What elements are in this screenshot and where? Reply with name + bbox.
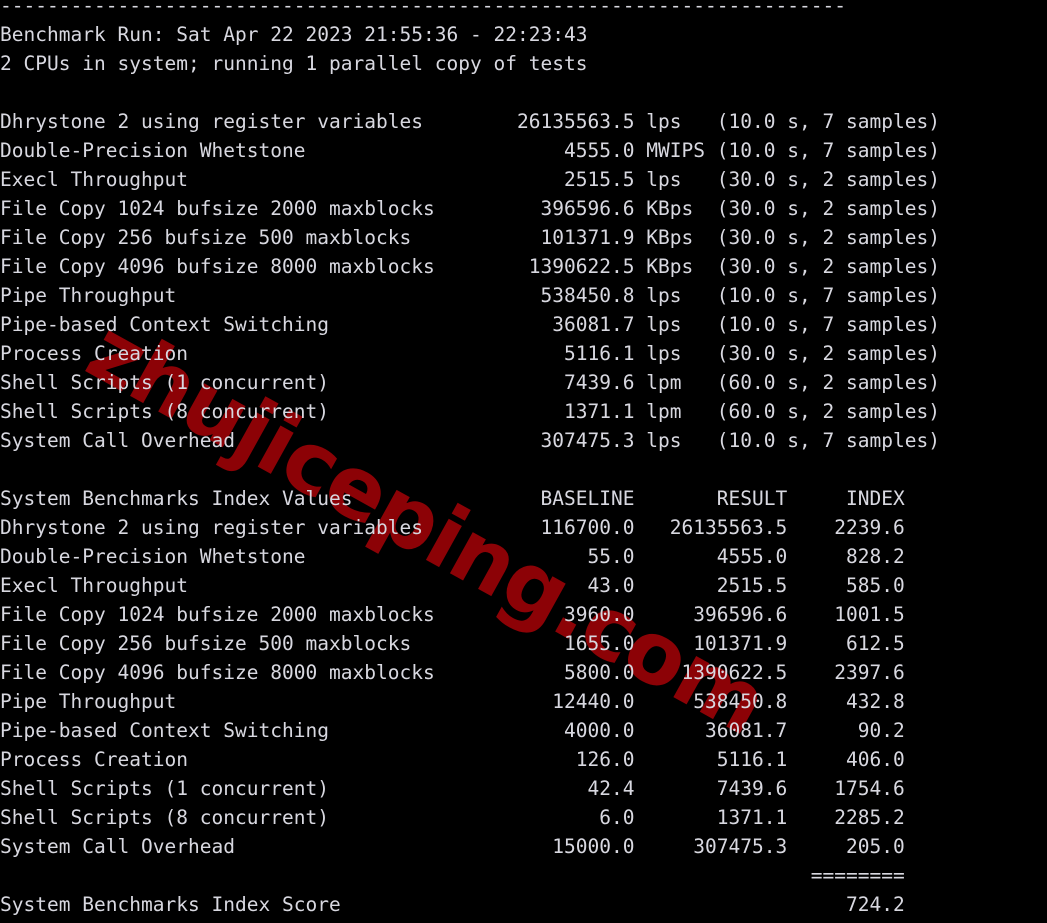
terminal-line-29: System Call Overhead 15000.0 307475.3 20… bbox=[0, 835, 905, 858]
terminal-line-25: Pipe-based Context Switching 4000.0 3608… bbox=[0, 719, 905, 742]
terminal-line-0: ----------------------------------------… bbox=[0, 0, 846, 17]
terminal-line-14: Shell Scripts (8 concurrent) 1371.1 lpm … bbox=[0, 400, 940, 423]
terminal-line-20: Execl Throughput 43.0 2515.5 585.0 bbox=[0, 574, 905, 597]
terminal-line-16 bbox=[0, 455, 940, 484]
terminal-line-31: System Benchmarks Index Score 724.2 bbox=[0, 893, 905, 916]
terminal-output: ----------------------------------------… bbox=[0, 0, 940, 919]
terminal-line-1: Benchmark Run: Sat Apr 22 2023 21:55:36 … bbox=[0, 23, 588, 46]
terminal-line-4: Dhrystone 2 using register variables 261… bbox=[0, 110, 940, 133]
terminal-line-7: File Copy 1024 bufsize 2000 maxblocks 39… bbox=[0, 197, 940, 220]
terminal-line-3 bbox=[0, 78, 940, 107]
terminal-line-9: File Copy 4096 bufsize 8000 maxblocks 13… bbox=[0, 255, 940, 278]
terminal-screen: zhujiceping.com ------------------------… bbox=[0, 0, 1047, 923]
terminal-line-27: Shell Scripts (1 concurrent) 42.4 7439.6… bbox=[0, 777, 905, 800]
terminal-line-17: System Benchmarks Index Values BASELINE … bbox=[0, 487, 905, 510]
terminal-line-30: ======== bbox=[0, 864, 905, 887]
terminal-line-11: Pipe-based Context Switching 36081.7 lps… bbox=[0, 313, 940, 336]
terminal-line-21: File Copy 1024 bufsize 2000 maxblocks 39… bbox=[0, 603, 905, 626]
terminal-line-24: Pipe Throughput 12440.0 538450.8 432.8 bbox=[0, 690, 905, 713]
terminal-line-23: File Copy 4096 bufsize 8000 maxblocks 58… bbox=[0, 661, 905, 684]
terminal-line-13: Shell Scripts (1 concurrent) 7439.6 lpm … bbox=[0, 371, 940, 394]
terminal-line-15: System Call Overhead 307475.3 lps (10.0 … bbox=[0, 429, 940, 452]
terminal-line-8: File Copy 256 bufsize 500 maxblocks 1013… bbox=[0, 226, 940, 249]
terminal-line-26: Process Creation 126.0 5116.1 406.0 bbox=[0, 748, 905, 771]
terminal-line-10: Pipe Throughput 538450.8 lps (10.0 s, 7 … bbox=[0, 284, 940, 307]
terminal-line-2: 2 CPUs in system; running 1 parallel cop… bbox=[0, 52, 588, 75]
terminal-line-12: Process Creation 5116.1 lps (30.0 s, 2 s… bbox=[0, 342, 940, 365]
terminal-line-22: File Copy 256 bufsize 500 maxblocks 1655… bbox=[0, 632, 905, 655]
terminal-line-18: Dhrystone 2 using register variables 116… bbox=[0, 516, 905, 539]
terminal-line-5: Double-Precision Whetstone 4555.0 MWIPS … bbox=[0, 139, 940, 162]
terminal-line-28: Shell Scripts (8 concurrent) 6.0 1371.1 … bbox=[0, 806, 905, 829]
terminal-line-19: Double-Precision Whetstone 55.0 4555.0 8… bbox=[0, 545, 905, 568]
terminal-line-6: Execl Throughput 2515.5 lps (30.0 s, 2 s… bbox=[0, 168, 940, 191]
